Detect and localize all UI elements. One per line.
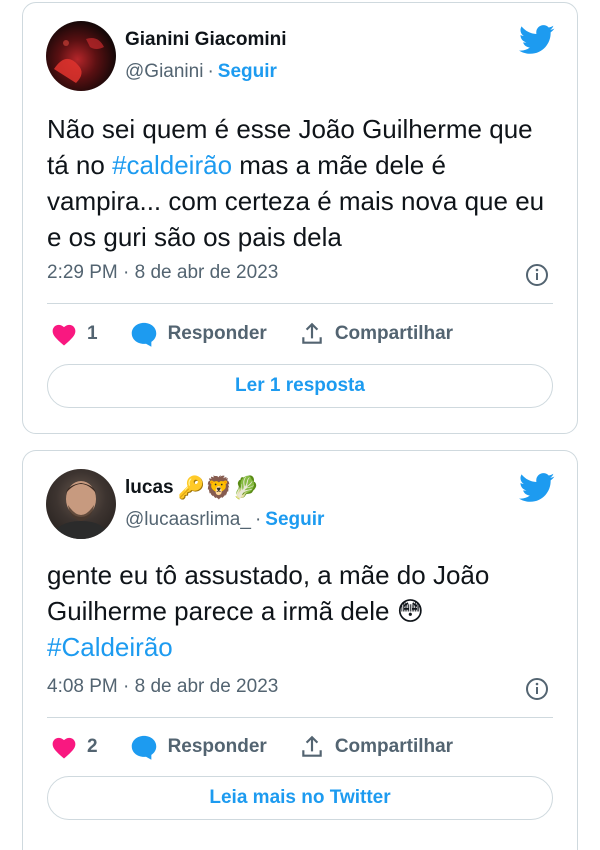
read-more-on-twitter-button[interactable]: Leia mais no Twitter	[47, 776, 553, 820]
action-bar: 2 Responder Compartilhar	[51, 734, 485, 760]
tweet-text: Não sei quem é esse João Guilherme que t…	[47, 111, 557, 255]
author-name-row: lucas 🔑🦁🥬	[125, 477, 260, 499]
handle-row: @Gianini · Seguir	[125, 61, 277, 83]
tweet-timestamp[interactable]: 4:08 PM · 8 de abr de 2023	[47, 676, 278, 698]
avatar-image	[52, 481, 110, 539]
avatar[interactable]	[46, 21, 116, 91]
flushed-emoji: 😳	[396, 596, 424, 626]
reply-button[interactable]: Responder	[130, 321, 267, 347]
twitter-bird-icon[interactable]	[519, 25, 555, 55]
share-label: Compartilhar	[334, 736, 454, 757]
follow-button[interactable]: Seguir	[218, 61, 277, 82]
author-name[interactable]: Gianini Giacomini	[125, 29, 287, 51]
action-bar: 1 Responder Compartilhar	[51, 321, 485, 347]
reply-label: Responder	[167, 323, 267, 344]
author-name-row: Gianini Giacomini	[125, 29, 287, 51]
author-handle[interactable]: @lucaasrlima_	[125, 509, 251, 530]
read-replies-button[interactable]: Ler 1 resposta	[47, 364, 553, 408]
share-label: Compartilhar	[334, 323, 454, 344]
reply-bubble-icon	[131, 322, 156, 347]
hashtag-link[interactable]: #Caldeirão	[47, 632, 173, 662]
heart-icon	[52, 324, 76, 346]
like-button[interactable]: 1	[51, 322, 98, 346]
separator-dot: ·	[207, 61, 214, 82]
info-icon[interactable]	[525, 677, 549, 701]
heart-icon	[52, 737, 76, 759]
name-emojis: 🔑🦁🥬	[177, 475, 260, 500]
divider	[47, 303, 553, 304]
share-icon	[302, 322, 322, 344]
reply-button[interactable]: Responder	[130, 734, 267, 760]
tweet-card[interactable]: lucas 🔑🦁🥬 @lucaasrlima_ · Seguir gente eu …	[22, 450, 578, 850]
share-button[interactable]: Compartilhar	[299, 321, 453, 347]
handle-row: @lucaasrlima_ · Seguir	[125, 509, 324, 531]
reply-bubble-icon	[131, 735, 156, 760]
info-icon[interactable]	[525, 263, 549, 287]
tweet-timestamp[interactable]: 2:29 PM · 8 de abr de 2023	[47, 262, 278, 284]
like-button[interactable]: 2	[51, 735, 98, 759]
hashtag-link[interactable]: #caldeirão	[112, 150, 232, 180]
tweet-text: gente eu tô assustado, a mãe do João Gui…	[47, 557, 557, 665]
share-button[interactable]: Compartilhar	[299, 734, 453, 760]
divider	[47, 717, 553, 718]
avatar-image	[54, 38, 104, 83]
like-count: 2	[87, 736, 98, 757]
author-name[interactable]: lucas	[125, 477, 174, 499]
reply-label: Responder	[167, 736, 267, 757]
separator-dot: ·	[254, 509, 262, 530]
like-count: 1	[87, 323, 98, 344]
follow-button[interactable]: Seguir	[265, 509, 324, 530]
twitter-bird-icon[interactable]	[519, 473, 555, 503]
tweet-card[interactable]: Gianini Giacomini @Gianini · Seguir Não se…	[22, 2, 578, 434]
share-icon	[302, 735, 322, 757]
avatar[interactable]	[46, 469, 116, 539]
author-handle[interactable]: @Gianini	[125, 61, 203, 82]
